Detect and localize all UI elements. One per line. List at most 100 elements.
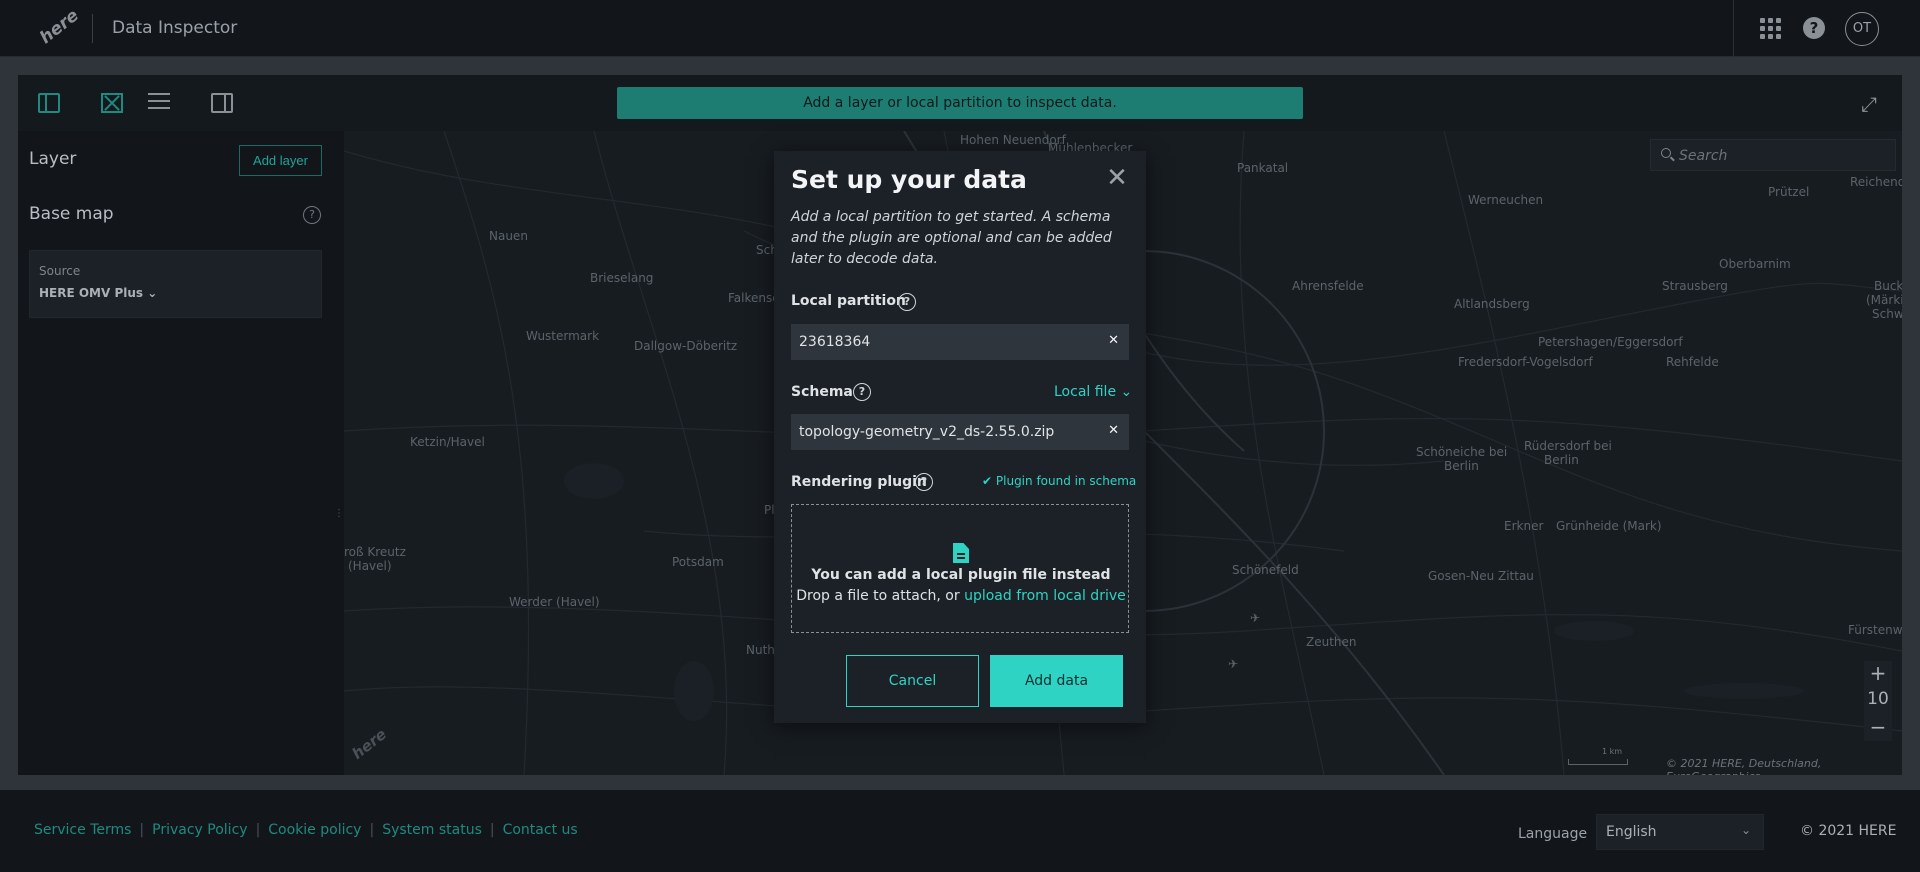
chevron-down-icon: ⌄ [1740, 823, 1751, 837]
map-search[interactable] [1650, 139, 1896, 171]
map-place-label: Ketzin/Havel [410, 435, 485, 449]
map-place-label: (Havel) [348, 559, 392, 573]
search-input[interactable] [1679, 146, 1889, 166]
divider [92, 14, 93, 43]
app-title: Data Inspector [112, 18, 238, 38]
drop-title: You can add a local plugin file instead [811, 567, 1111, 583]
file-icon [953, 543, 969, 563]
add-layer-button[interactable]: Add layer [239, 145, 322, 176]
add-data-button[interactable]: Add data [990, 655, 1123, 707]
list-view-icon[interactable] [148, 93, 170, 113]
schema-label: Schema [791, 384, 853, 400]
map-view-icon[interactable] [101, 93, 123, 113]
clear-icon[interactable]: ✕ [1108, 423, 1119, 438]
local-partition-field[interactable]: 23618364 ✕ [791, 324, 1129, 360]
plugin-status: ✔ Plugin found in schema [982, 474, 1136, 488]
local-partition-value: 23618364 [799, 334, 871, 350]
footer-copyright: © 2021 HERE [1800, 823, 1897, 839]
here-logo[interactable]: here [32, 3, 83, 53]
help-icon[interactable]: ? [898, 293, 916, 311]
help-icon[interactable]: ? [915, 473, 933, 491]
close-icon[interactable]: ✕ [1104, 165, 1130, 191]
drop-instruction: Drop a file to attach, or [796, 588, 960, 604]
setup-data-dialog: Set up your data ✕ Add a local partition… [774, 151, 1146, 723]
map-place-label: Oberbarnim [1719, 257, 1791, 271]
map-place-label: Fürstenwal [1848, 623, 1902, 637]
scale-bar [1568, 759, 1628, 765]
map-place-label: Schweiz) [1872, 307, 1902, 321]
local-partition-label: Local partition [791, 293, 906, 309]
map-place-label: Berlin [1544, 453, 1579, 467]
map-place-label: Petershagen/Eggersdorf [1538, 335, 1683, 349]
clear-icon[interactable]: ✕ [1108, 333, 1119, 348]
language-label: Language [1518, 826, 1588, 842]
map-place-label: Erkner [1504, 519, 1544, 533]
map-place-label: Fredersdorf-Vogelsdorf [1458, 355, 1593, 369]
zoom-out-button[interactable]: − [1864, 715, 1892, 739]
info-banner: Add a layer or local partition to inspec… [617, 87, 1303, 119]
layer-heading: Layer [29, 149, 77, 169]
apps-grid-icon[interactable] [1760, 18, 1781, 39]
map-place-label: Werder (Havel) [509, 595, 600, 609]
rendering-plugin-label: Rendering plugin [791, 474, 927, 490]
left-panel-toggle-icon[interactable] [38, 93, 60, 113]
footer-link-contact-us[interactable]: Contact us [503, 822, 578, 838]
map-place-label: Dallgow-Döberitz [634, 339, 738, 353]
schema-field[interactable]: topology-geometry_v2_ds-2.55.0.zip ✕ [791, 414, 1129, 450]
map-place-label: Werneuchen [1468, 193, 1544, 207]
footer: Service Terms | Privacy Policy | Cookie po… [0, 790, 1920, 872]
map-copyright: © 2021 HERE, Deutschland, EuroGeographic… [1666, 757, 1822, 775]
fullscreen-icon[interactable]: ⤢ [1858, 93, 1880, 115]
cancel-button[interactable]: Cancel [846, 655, 979, 707]
map-place-label: Reichenow-M [1850, 175, 1902, 189]
search-icon [1661, 148, 1671, 158]
zoom-level: 10 [1867, 689, 1889, 709]
drop-text: Drop a file to attach, or upload from lo… [792, 588, 1130, 604]
map-place-label: Schöneiche bei [1416, 445, 1508, 459]
map-place-label: Rüdersdorf bei [1524, 439, 1612, 453]
schema-value: topology-geometry_v2_ds-2.55.0.zip [799, 424, 1055, 440]
airport-icon: ✈ [1250, 611, 1261, 625]
help-icon[interactable]: ? [1803, 17, 1825, 39]
source-dropdown[interactable]: HERE OMV Plus ⌄ [39, 286, 157, 300]
footer-link-privacy-policy[interactable]: Privacy Policy [152, 822, 247, 838]
dialog-title: Set up your data [791, 165, 1027, 194]
avatar[interactable]: OT [1845, 12, 1879, 46]
check-icon: ✔ [982, 474, 993, 488]
source-value: HERE OMV Plus [39, 286, 144, 300]
help-icon[interactable]: ? [303, 206, 321, 224]
top-bar: here Data Inspector ? OT [0, 0, 1920, 57]
schema-source-value: Local file [1054, 384, 1117, 400]
language-value: English [1606, 824, 1657, 840]
map-place-label: Potsdam [672, 555, 724, 569]
footer-link-system-status[interactable]: System status [382, 822, 482, 838]
chevron-down-icon: ⌄ [147, 286, 158, 300]
scale-label: 1 km [1602, 747, 1623, 756]
map-place-label: Strausberg [1662, 279, 1728, 293]
map-place-label: Wustermark [526, 329, 600, 343]
source-card: Source HERE OMV Plus ⌄ [29, 250, 322, 318]
dialog-description: Add a local partition to get started. A … [791, 209, 1112, 267]
airport-icon: ✈ [1228, 657, 1239, 671]
zoom-in-button[interactable]: + [1864, 661, 1892, 685]
map-place-label: Zeuthen [1306, 635, 1357, 649]
schema-source-dropdown[interactable]: Local file ⌄ [1054, 384, 1132, 400]
separator: | [139, 822, 145, 838]
language-select[interactable]: English ⌄ [1596, 814, 1764, 850]
help-icon[interactable]: ? [853, 383, 871, 401]
map-place-label: Schönefeld [1232, 563, 1299, 577]
plugin-drop-zone[interactable]: You can add a local plugin file instead … [791, 504, 1129, 633]
basemap-heading: Base map [29, 204, 114, 224]
map-place-label: Berlin [1444, 459, 1479, 473]
footer-link-cookie-policy[interactable]: Cookie policy [268, 822, 361, 838]
upload-link[interactable]: upload from local drive [964, 588, 1126, 604]
map-place-label: Brieselang [590, 271, 654, 285]
map-place-label: Prützel [1768, 185, 1810, 199]
separator: | [489, 822, 495, 838]
divider [1733, 0, 1734, 57]
footer-links: Service Terms | Privacy Policy | Cookie po… [34, 822, 578, 838]
plugin-status-text: Plugin found in schema [995, 474, 1137, 488]
right-panel-toggle-icon[interactable] [211, 93, 233, 113]
resize-handle[interactable]: ⋮⋮ [334, 509, 354, 529]
footer-link-service-terms[interactable]: Service Terms [34, 822, 131, 838]
